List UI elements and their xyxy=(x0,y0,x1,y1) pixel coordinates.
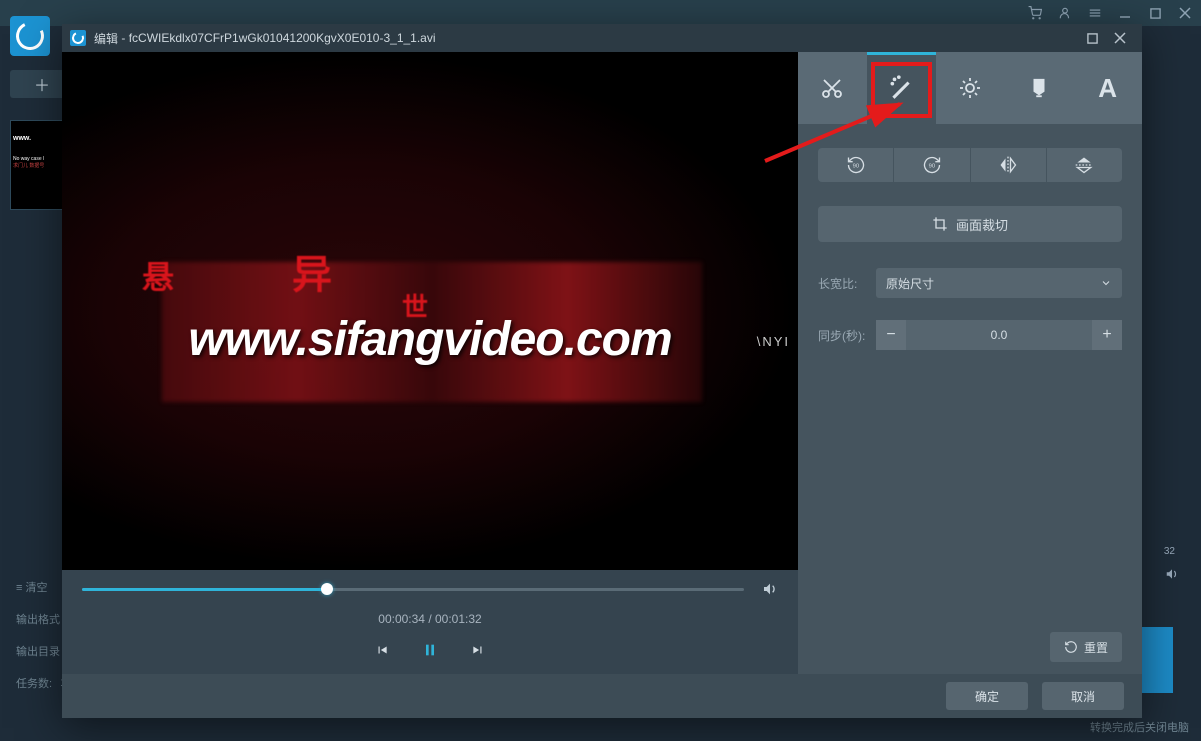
player-controls: 00:00:34 / 00:01:32 xyxy=(62,570,798,674)
clear-list-link[interactable]: ≡ 清空 xyxy=(16,579,47,595)
prev-frame-button[interactable] xyxy=(372,640,392,660)
menu-icon[interactable] xyxy=(1087,5,1103,21)
output-format-label: 输出格式 xyxy=(16,611,60,627)
reset-icon xyxy=(1064,640,1078,654)
left-sidebar: ＋ www. No way case I 求门儿 数据号 xyxy=(0,64,64,210)
seek-slider[interactable] xyxy=(82,588,744,591)
svg-text:90: 90 xyxy=(929,164,936,170)
dialog-title-prefix: 编辑 xyxy=(94,30,118,47)
sync-increase-button[interactable]: + xyxy=(1092,320,1122,350)
app-logo-icon xyxy=(10,16,50,56)
sync-label: 同步(秒): xyxy=(818,327,866,344)
output-dir-label: 输出目录 xyxy=(16,643,60,659)
user-icon[interactable] xyxy=(1057,5,1073,21)
watermark-text: www.sifangvideo.com xyxy=(62,312,798,367)
dialog-app-icon xyxy=(70,30,86,46)
reset-button-label: 重置 xyxy=(1084,639,1108,656)
shutdown-after-label: 转换完成后关闭电脑 xyxy=(1090,719,1189,735)
rotation-row: 90 90 xyxy=(818,148,1122,182)
cancel-button[interactable]: 取消 xyxy=(1042,682,1124,710)
svg-text:90: 90 xyxy=(852,164,859,170)
dialog-maximize-icon[interactable] xyxy=(1078,28,1106,48)
sync-stepper[interactable]: − 0.0 + xyxy=(876,320,1122,350)
effects-panel: A 90 90 画面裁切 长宽比: 原始尺寸 xyxy=(798,52,1142,674)
flip-horizontal-button[interactable] xyxy=(971,148,1047,182)
video-preview[interactable]: 悬 异 世 www.sifangvideo.com \NYI xyxy=(62,52,798,570)
time-display: 00:00:34 / 00:01:32 xyxy=(82,612,778,626)
reset-button[interactable]: 重置 xyxy=(1050,632,1122,662)
tab-adjust[interactable] xyxy=(936,52,1005,124)
minimize-icon[interactable] xyxy=(1117,5,1133,21)
sync-value: 0.0 xyxy=(906,328,1092,342)
aspect-ratio-value: 原始尺寸 xyxy=(886,275,934,292)
sync-decrease-button[interactable]: − xyxy=(876,320,906,350)
flip-vertical-button[interactable] xyxy=(1047,148,1122,182)
rotate-ccw-button[interactable]: 90 xyxy=(818,148,894,182)
next-frame-button[interactable] xyxy=(468,640,488,660)
play-pause-button[interactable] xyxy=(420,640,440,660)
side-caption: \NYI xyxy=(757,334,790,349)
dialog-footer: 确定 取消 xyxy=(62,674,1142,718)
aspect-ratio-label: 长宽比: xyxy=(818,275,866,292)
dialog-filename: fcCWIEkdlx07CFrP1wGk01041200KgvX0E010-3_… xyxy=(129,31,436,45)
tab-subtitle[interactable]: A xyxy=(1073,52,1142,124)
maximize-icon[interactable] xyxy=(1147,5,1163,21)
volume-icon[interactable] xyxy=(762,581,778,597)
main-window-titlebar xyxy=(0,0,1201,26)
tool-tabs: A xyxy=(798,52,1142,124)
close-main-icon[interactable] xyxy=(1177,5,1193,21)
rotate-cw-button[interactable]: 90 xyxy=(894,148,970,182)
behind-duration: 32 xyxy=(1164,546,1175,557)
cart-icon[interactable] xyxy=(1027,5,1043,21)
tab-effects[interactable] xyxy=(867,52,936,124)
crop-button-label: 画面裁切 xyxy=(956,215,1008,234)
dialog-titlebar: 编辑 - fcCWIEkdlx07CFrP1wGk01041200KgvX0E0… xyxy=(62,24,1142,52)
ok-button[interactable]: 确定 xyxy=(946,682,1028,710)
crop-icon xyxy=(932,216,948,232)
chevron-down-icon xyxy=(1100,277,1112,289)
crop-button[interactable]: 画面裁切 xyxy=(818,206,1122,242)
dialog-close-icon[interactable] xyxy=(1106,28,1134,48)
aspect-ratio-select[interactable]: 原始尺寸 xyxy=(876,268,1122,298)
tab-watermark[interactable] xyxy=(1004,52,1073,124)
edit-dialog: 编辑 - fcCWIEkdlx07CFrP1wGk01041200KgvX0E0… xyxy=(62,24,1142,718)
task-count-label: 任务数: xyxy=(16,675,52,691)
tab-trim[interactable] xyxy=(798,52,867,124)
preview-column: 悬 异 世 www.sifangvideo.com \NYI 00:00:34 … xyxy=(62,52,798,674)
